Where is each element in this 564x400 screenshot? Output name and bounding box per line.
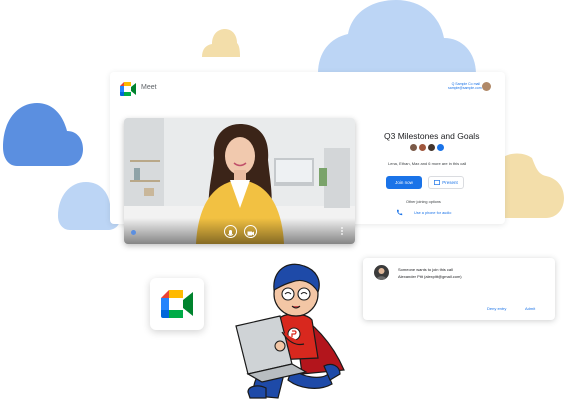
meet-logo-icon bbox=[120, 82, 136, 96]
meet-app-icon bbox=[161, 290, 193, 318]
more-vert-icon[interactable] bbox=[340, 226, 344, 236]
participant-avatar bbox=[410, 144, 417, 151]
deny-entry-button[interactable]: Deny entry bbox=[487, 306, 506, 311]
mic-icon[interactable] bbox=[224, 225, 237, 238]
meeting-title: Q3 Milestones and Goals bbox=[384, 131, 480, 141]
video-preview bbox=[124, 118, 355, 244]
phone-icon bbox=[396, 209, 403, 216]
cloud-left-blue bbox=[3, 103, 83, 166]
present-label: Present bbox=[442, 180, 458, 185]
participant-avatar bbox=[428, 144, 435, 151]
admit-button[interactable]: Admit bbox=[525, 306, 535, 311]
requester-avatar bbox=[374, 265, 389, 280]
self-view-indicator bbox=[131, 230, 136, 235]
present-icon bbox=[434, 180, 441, 185]
join-now-button[interactable]: Join now bbox=[386, 176, 422, 189]
requester-name: Alexander Pitt (alexpitt@gmail.com) bbox=[398, 274, 462, 279]
account-info[interactable]: Q Sample Co mail sample@sample.com bbox=[448, 82, 482, 90]
cloud-small-yellow bbox=[202, 29, 240, 57]
camera-icon[interactable] bbox=[244, 225, 257, 238]
participant-avatar bbox=[419, 144, 426, 151]
other-joining-options: Other joining options bbox=[406, 200, 441, 204]
account-avatar[interactable] bbox=[482, 82, 491, 91]
cloud-top-right bbox=[318, 0, 476, 74]
participants-text: Lena, Ethan, Max and 6 more are in this … bbox=[388, 161, 467, 166]
present-button[interactable]: Present bbox=[428, 176, 464, 189]
superhero-mascot-illustration bbox=[235, 263, 345, 399]
meet-app-tile bbox=[150, 278, 204, 330]
participant-avatar bbox=[437, 144, 444, 151]
video-controls-bar bbox=[124, 218, 355, 244]
join-request-message: Someone wants to join this call bbox=[398, 267, 453, 272]
use-phone-link[interactable]: Use a phone for audio bbox=[414, 211, 451, 215]
cloud-right-yellow bbox=[502, 153, 564, 218]
app-title: Meet bbox=[141, 84, 157, 91]
account-line-2: sample@sample.com bbox=[448, 86, 482, 90]
